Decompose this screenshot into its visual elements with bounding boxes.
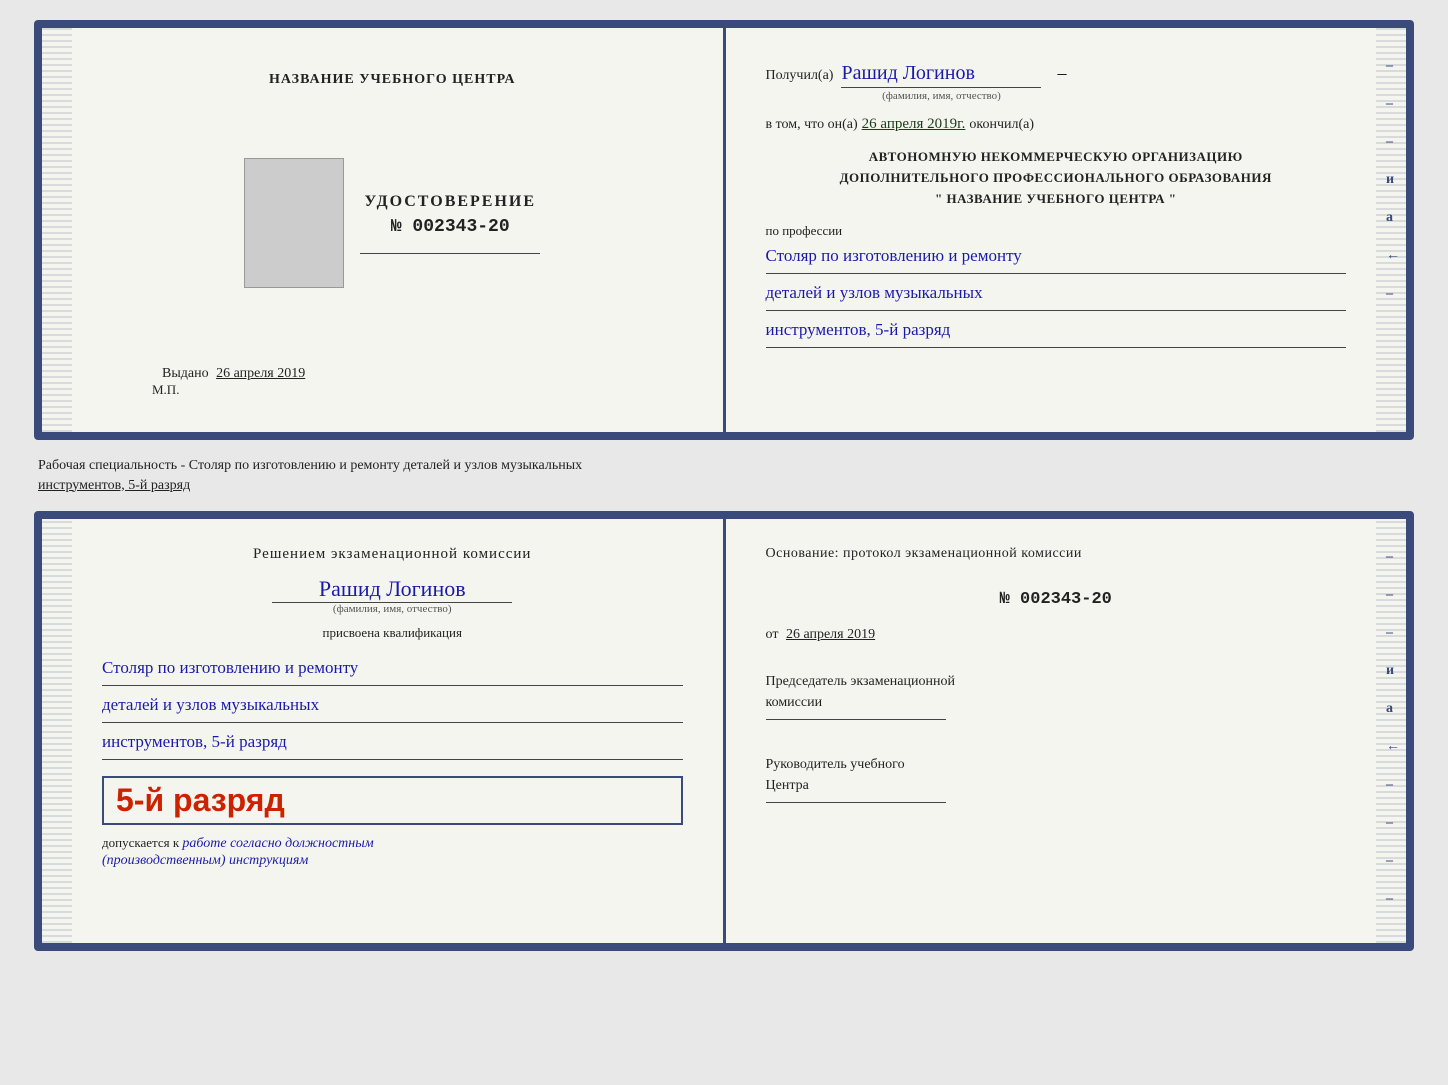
profession-block: по профессии Столяр по изготовлению и ре…	[766, 223, 1347, 350]
cert-number: № 002343-20	[391, 217, 510, 237]
date-row: в том, что он(а) 26 апреля 2019г. окончи…	[766, 116, 1347, 133]
recipient-block: Получил(а) Рашид Логинов (фамилия, имя, …	[766, 52, 1347, 102]
date-value: 26 апреля 2019г.	[862, 116, 966, 133]
fio-small: (фамилия, имя, отчество)	[333, 603, 452, 615]
head-signature-line	[766, 802, 946, 803]
top-left-panel: НАЗВАНИЕ УЧЕБНОГО ЦЕНТРА УДОСТОВЕРЕНИЕ №…	[42, 28, 723, 432]
profession-line3: инструментов, 5-й разряд	[766, 313, 1347, 348]
top-document: НАЗВАНИЕ УЧЕБНОГО ЦЕНТРА УДОСТОВЕРЕНИЕ №…	[34, 20, 1414, 440]
recipient-row: Получил(а) Рашид Логинов (фамилия, имя, …	[766, 62, 1347, 102]
head-label: Руководитель учебного Центра	[766, 754, 1347, 803]
specialty-label: Рабочая специальность - Столяр по изгото…	[34, 456, 1414, 495]
recipient-label: Получил(а)	[766, 68, 834, 84]
qual-line1: Столяр по изготовлению и ремонту	[102, 651, 683, 686]
basis-label: Основание: протокол экзаменационной коми…	[766, 543, 1347, 565]
commission-title: Решением экзаменационной комиссии	[102, 543, 683, 566]
org-block: АВТОНОМНУЮ НЕКОММЕРЧЕСКУЮ ОРГАНИЗАЦИЮ ДО…	[766, 147, 1347, 209]
chairman-label: Председатель экзаменационной комиссии	[766, 671, 1347, 720]
issued-row: Выдано 26 апреля 2019	[162, 366, 305, 382]
photo-placeholder	[244, 158, 344, 288]
allowed-row: допускается к работе согласно должностны…	[102, 835, 683, 869]
issued-label: Выдано	[162, 366, 209, 381]
protocol-date-row: от 26 апреля 2019	[766, 627, 1347, 643]
issued-date: 26 апреля 2019	[216, 366, 305, 381]
cert-title: УДОСТОВЕРЕНИЕ	[364, 193, 536, 211]
org-line3: " НАЗВАНИЕ УЧЕБНОГО ЦЕНТРА "	[766, 189, 1347, 210]
profession-line2: деталей и узлов музыкальных	[766, 276, 1347, 311]
allowed-value2: (производственным) инструкциям	[102, 853, 308, 868]
date-intro: в том, что он(а)	[766, 117, 858, 133]
qual-line2: деталей и узлов музыкальных	[102, 688, 683, 723]
profession-line1: Столяр по изготовлению и ремонту	[766, 239, 1347, 274]
bottom-document: Решением экзаменационной комиссии Рашид …	[34, 511, 1414, 951]
date-suffix: окончил(а)	[969, 117, 1034, 133]
person-name: Рашид Логинов	[272, 576, 512, 603]
bottom-right-edge-marks: – – – и а ← – – – –	[1386, 549, 1400, 907]
org-line1: АВТОНОМНУЮ НЕКОММЕРЧЕСКУЮ ОРГАНИЗАЦИЮ	[766, 147, 1347, 168]
fio-label: (фамилия, имя, отчество)	[841, 90, 1041, 102]
specialty-text2: инструментов, 5-й разряд	[38, 478, 190, 493]
allowed-value: работе согласно должностным	[182, 836, 373, 851]
right-edge-marks: – – – и а ← –	[1386, 58, 1400, 302]
specialty-text1: Рабочая специальность - Столяр по изгото…	[38, 458, 582, 473]
protocol-date-value: 26 апреля 2019	[786, 627, 875, 642]
assigned-label: присвоена квалификация	[102, 625, 683, 641]
chairman-signature-line	[766, 719, 946, 720]
qual-line3: инструментов, 5-й разряд	[102, 725, 683, 760]
org-line2: ДОПОЛНИТЕЛЬНОГО ПРОФЕССИОНАЛЬНОГО ОБРАЗО…	[766, 168, 1347, 189]
bottom-right-panel: Основание: протокол экзаменационной коми…	[726, 519, 1407, 943]
bottom-left-panel: Решением экзаменационной комиссии Рашид …	[42, 519, 723, 943]
top-right-panel: Получил(а) Рашид Логинов (фамилия, имя, …	[726, 28, 1407, 432]
top-left-title: НАЗВАНИЕ УЧЕБНОГО ЦЕНТРА	[269, 72, 515, 88]
cert-info: УДОСТОВЕРЕНИЕ № 002343-20	[360, 193, 540, 254]
recipient-name: Рашид Логинов	[841, 62, 1041, 88]
protocol-number: № 002343-20	[766, 590, 1347, 609]
allowed-label: допускается к	[102, 835, 179, 850]
profession-label: по профессии	[766, 223, 1347, 239]
rank-text: 5-й разряд	[116, 782, 669, 819]
date-prefix: от	[766, 627, 779, 642]
rank-highlight-box: 5-й разряд	[102, 776, 683, 825]
qualification-block: Столяр по изготовлению и ремонту деталей…	[102, 651, 683, 762]
cert-row: УДОСТОВЕРЕНИЕ № 002343-20	[244, 158, 540, 288]
person-block: Рашид Логинов (фамилия, имя, отчество)	[102, 576, 683, 615]
stamp-label: М.П.	[152, 382, 179, 398]
